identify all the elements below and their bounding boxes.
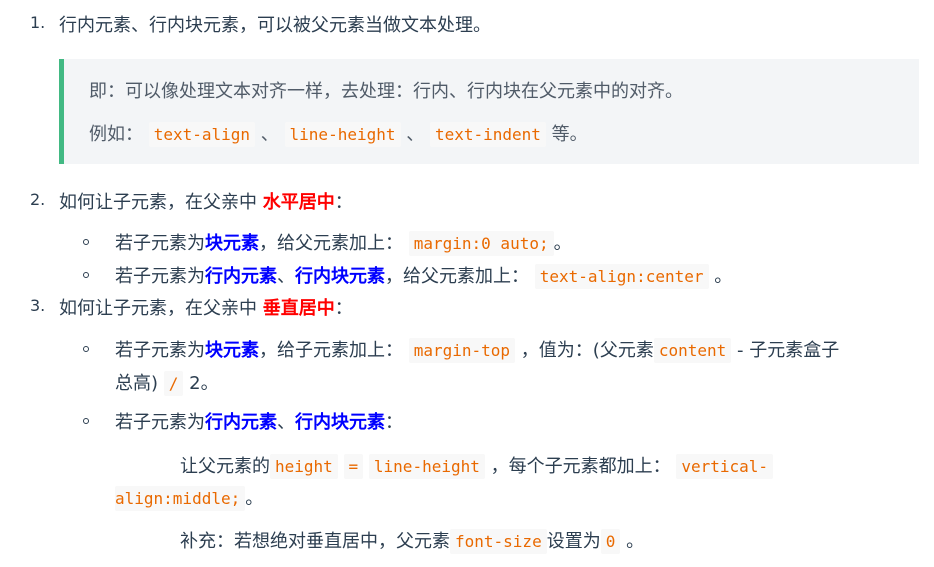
bullet-prefix: 若子元素为 — [115, 340, 205, 361]
code-line-height: line-height — [284, 122, 401, 147]
bullet-end: 。 — [714, 266, 733, 287]
bullet-prefix: 若子元素为 — [115, 266, 205, 287]
code-slash: / — [163, 371, 184, 396]
strong-inline-element: 行内元素 — [205, 412, 277, 433]
para2-end: 。 — [626, 531, 645, 552]
item-2-heading: 如何让子元素，在父亲中 水平居中： — [59, 188, 353, 214]
code-line-height: line-height — [368, 454, 485, 479]
list-number-2: 2. — [30, 190, 46, 209]
code-vertical-align-a: vertical- — [676, 454, 774, 479]
code-text-align-center: text-align:center — [534, 264, 709, 289]
para1-a: 让父元素的 — [180, 456, 270, 477]
strong-block-element: 块元素 — [205, 340, 259, 361]
code-content: content — [653, 338, 732, 363]
bullet-sep: 、 — [277, 266, 295, 287]
paragraph-1-line-1: 让父元素的 height = line-height ，每个子元素都加上： ver… — [180, 452, 774, 479]
item-3-prefix: 如何让子元素，在父亲中 — [59, 298, 257, 319]
item-3-heading: 如何让子元素，在父亲中 垂直居中： — [59, 294, 353, 320]
para1-end: 。 — [245, 488, 264, 509]
tip-suffix: 等。 — [551, 124, 588, 145]
tip-line-1: 即：可以像处理文本对齐一样，去处理：行内、行内块在父元素中的对齐。 — [89, 81, 683, 102]
strong-inline-block-element: 行内块元素 — [295, 412, 385, 433]
bullet-suffix: ： — [385, 412, 403, 433]
item-2-bullet-2: 若子元素为行内元素、行内块元素，给父元素加上： text-align:cente… — [115, 262, 733, 289]
item-3-bullet-1-line-2: 总高) / 2。 — [115, 369, 219, 396]
bullet-icon — [83, 272, 89, 278]
code-margin-top: margin-top — [408, 338, 516, 363]
list-number-3: 3. — [30, 296, 46, 315]
code-text-align: text-align — [148, 122, 256, 147]
item-3-bullet-2: 若子元素为行内元素、行内块元素： — [115, 408, 403, 434]
strong-inline-element: 行内元素 — [205, 266, 277, 287]
bullet-line2-b: 2。 — [189, 373, 219, 394]
bullet-mid-2: ，值为：(父元素 — [520, 340, 654, 361]
tip-container: 即：可以像处理文本对齐一样，去处理：行内、行内块在父元素中的对齐。 例如： te… — [59, 59, 919, 164]
code-zero: 0 — [600, 529, 621, 554]
strong-inline-block-element: 行内块元素 — [295, 266, 385, 287]
item-2-bullet-1: 若子元素为块元素，给父元素加上： margin:0 auto;。 — [115, 229, 572, 256]
bullet-prefix: 若子元素为 — [115, 233, 205, 254]
item-3-suffix: ： — [334, 298, 353, 319]
bullet-mid: ，给父元素加上： — [259, 233, 403, 254]
highlight-horizontal-center: 水平居中 — [262, 192, 335, 213]
strong-block-element: 块元素 — [205, 233, 259, 254]
bullet-icon — [83, 346, 89, 352]
para2-a: 补充：若想绝对垂直居中，父元素 — [180, 531, 450, 552]
code-vertical-align-b: align:middle; — [115, 486, 246, 511]
list-number-1: 1. — [30, 13, 46, 32]
bullet-sep: 、 — [277, 412, 295, 433]
para2-mid: 设置为 — [546, 531, 601, 552]
item-3-bullet-1-line-1: 若子元素为块元素，给子元素加上： margin-top ，值为：(父元素 cont… — [115, 336, 840, 363]
bullet-prefix: 若子元素为 — [115, 412, 205, 433]
bullet-end: 。 — [553, 233, 572, 254]
tip-sep-2: 、 — [406, 124, 425, 145]
code-height: height — [270, 454, 338, 479]
bullet-mid-3: - 子元素盒子 — [737, 340, 840, 361]
bullet-line2-a: 总高) — [115, 373, 159, 394]
bullet-icon — [83, 239, 89, 245]
tip-line-2: 例如： text-align 、 line-height 、 text-inde… — [89, 120, 588, 147]
bullet-mid: ，给父元素加上： — [385, 266, 529, 287]
tip-prefix: 例如： — [89, 124, 143, 145]
paragraph-2: 补充：若想绝对垂直居中，父元素 font-size 设置为 0 。 — [180, 527, 645, 554]
bullet-icon — [83, 418, 89, 424]
paragraph-1-line-2: align:middle;。 — [115, 484, 264, 511]
code-font-size: font-size — [450, 529, 547, 554]
para1-mid: ，每个子元素都加上： — [490, 456, 671, 477]
item-2-suffix: ： — [334, 192, 353, 213]
bullet-mid: ，给子元素加上： — [259, 340, 403, 361]
code-margin-auto: margin:0 auto; — [408, 231, 554, 256]
code-text-indent: text-indent — [429, 122, 546, 147]
tip-sep-1: 、 — [260, 124, 279, 145]
item-2-prefix: 如何让子元素，在父亲中 — [59, 192, 257, 213]
highlight-vertical-center: 垂直居中 — [262, 298, 335, 319]
item-1-text: 行内元素、行内块元素，可以被父元素当做文本处理。 — [59, 15, 491, 36]
code-equals: = — [343, 454, 364, 479]
